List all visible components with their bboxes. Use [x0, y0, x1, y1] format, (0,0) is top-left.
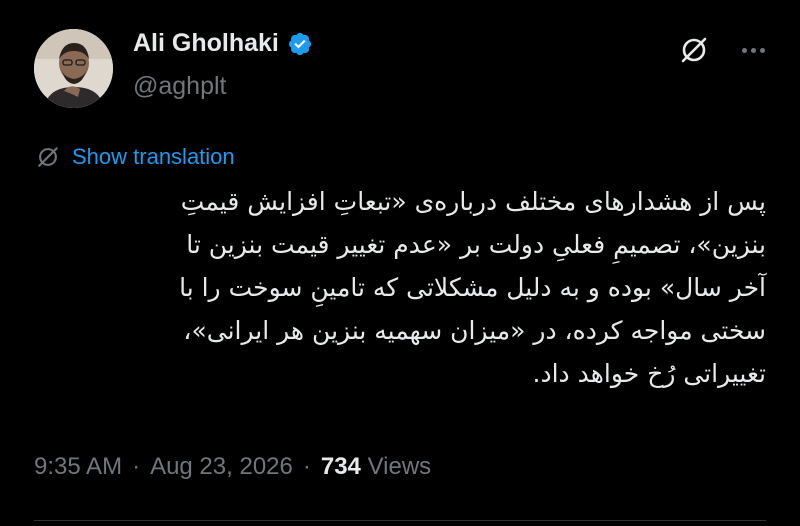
meta-separator: · [302, 453, 311, 480]
grok-button[interactable] [676, 32, 712, 68]
more-options-icon [750, 47, 756, 53]
author-handle[interactable]: @aghplt [133, 72, 227, 101]
more-options-icon [741, 47, 747, 53]
more-options-icon [759, 47, 765, 53]
more-options-button[interactable] [733, 32, 773, 68]
views-count: 734 [320, 453, 361, 480]
views-label: Views [367, 453, 432, 480]
author-name-row: Ali Gholhaki [133, 29, 313, 58]
verified-badge-icon[interactable] [287, 31, 313, 57]
profile-photo [34, 29, 113, 108]
author-display-name[interactable]: Ali Gholhaki [133, 29, 279, 58]
avatar[interactable] [34, 29, 113, 108]
tweet-date[interactable]: Aug 23, 2026 [150, 453, 293, 481]
views-link[interactable]: 734 Views [321, 453, 431, 481]
tweet-text: پس از هشدارهای مختلف درباره‌ی «تبعاتِ اف… [179, 187, 766, 388]
meta-separator: · [132, 453, 141, 480]
tweet-time[interactable]: 9:35 AM [34, 453, 122, 481]
translate-icon [38, 147, 58, 167]
tweet-meta: 9:35 AM · Aug 23, 2026 · 734 Views [34, 453, 431, 481]
divider [34, 520, 766, 521]
grok-icon [681, 37, 707, 63]
show-translation-link[interactable]: Show translation [34, 143, 235, 171]
show-translation-label[interactable]: Show translation [72, 144, 235, 170]
